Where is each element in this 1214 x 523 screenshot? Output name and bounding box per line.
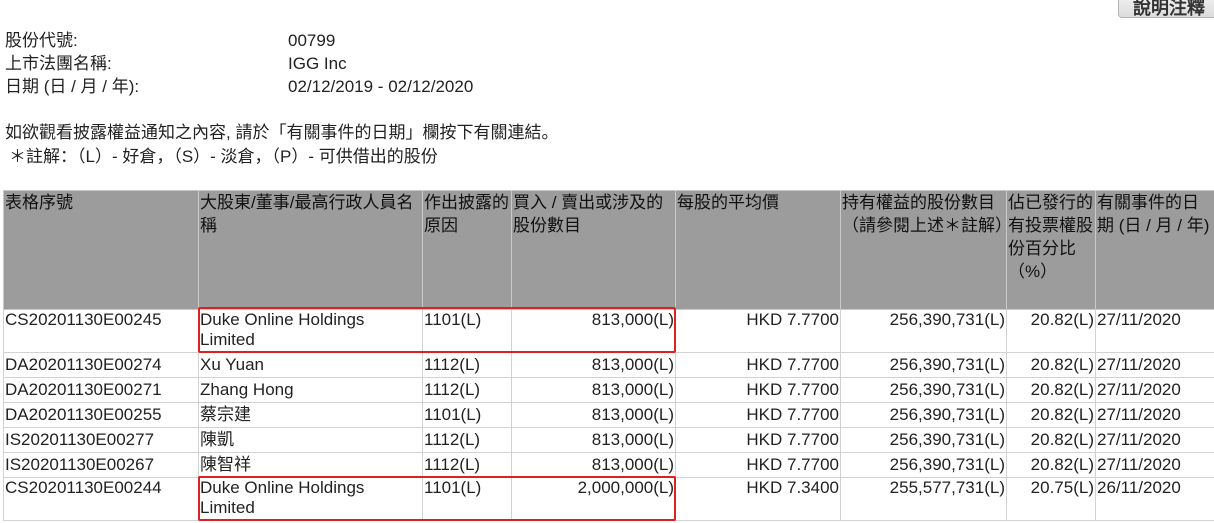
name-cell: 陳智祥 bbox=[198, 452, 423, 478]
info-row-date-range: 日期 (日 / 月 / 年): 02/12/2019 - 02/12/2020 bbox=[5, 76, 605, 99]
reason-cell: 1101(L) bbox=[422, 309, 512, 353]
company-name-value: IGG Inc bbox=[288, 54, 347, 73]
date-link[interactable]: 27/11/2020 bbox=[1095, 377, 1214, 403]
avg-price-cell: HKD 7.3400 bbox=[675, 477, 841, 521]
header-avg-price: 每股的平均價 bbox=[675, 190, 841, 310]
form-no-cell: CS20201130E00245 bbox=[3, 309, 199, 353]
pct-cell: 20.82(L) bbox=[1006, 402, 1096, 428]
pct-cell: 20.82(L) bbox=[1006, 427, 1096, 453]
date-link[interactable]: 27/11/2020 bbox=[1095, 427, 1214, 453]
avg-price-cell: HKD 7.7700 bbox=[675, 309, 841, 353]
shares-cell: 813,000(L) bbox=[511, 452, 676, 478]
explain-notes-button[interactable]: 說明注釋 bbox=[1118, 0, 1214, 18]
form-no-cell: IS20201130E00267 bbox=[3, 452, 199, 478]
table-row: IS20201130E00277 陳凱 1112(L) 813,000(L) H… bbox=[3, 427, 1214, 453]
stock-info: 股份代號: 00799 上市法團名稱: IGG Inc 日期 (日 / 月 / … bbox=[5, 30, 605, 99]
holding-cell: 256,390,731(L) bbox=[840, 402, 1007, 428]
header-form-no: 表格序號 bbox=[3, 190, 199, 310]
holding-cell: 255,577,731(L) bbox=[840, 477, 1007, 521]
avg-price-cell: HKD 7.7700 bbox=[675, 402, 841, 428]
pct-cell: 20.82(L) bbox=[1006, 377, 1096, 403]
pct-cell: 20.82(L) bbox=[1006, 452, 1096, 478]
header-pct: 佔已發行的有投票權股份百分比（%） bbox=[1006, 190, 1096, 310]
shares-cell: 813,000(L) bbox=[511, 309, 676, 353]
date-range-value: 02/12/2019 - 02/12/2020 bbox=[288, 77, 474, 96]
info-row-company-name: 上市法團名稱: IGG Inc bbox=[5, 53, 605, 76]
form-no-cell: CS20201130E00244 bbox=[3, 477, 199, 521]
name-cell: 蔡宗建 bbox=[198, 402, 423, 428]
reason-cell: 1101(L) bbox=[422, 477, 512, 521]
holding-cell: 256,390,731(L) bbox=[840, 427, 1007, 453]
holding-cell: 256,390,731(L) bbox=[840, 377, 1007, 403]
holding-cell: 256,390,731(L) bbox=[840, 352, 1007, 378]
table-row: CS20201130E00245 Duke Online Holdings Li… bbox=[3, 309, 1214, 353]
stock-code-value: 00799 bbox=[288, 31, 336, 50]
name-cell: Zhang Hong bbox=[198, 377, 423, 403]
date-range-label: 日期 (日 / 月 / 年): bbox=[5, 77, 140, 96]
date-link[interactable]: 27/11/2020 bbox=[1095, 402, 1214, 428]
reason-cell: 1112(L) bbox=[422, 377, 512, 403]
avg-price-cell: HKD 7.7700 bbox=[675, 452, 841, 478]
pct-cell: 20.82(L) bbox=[1006, 352, 1096, 378]
table-row: CS20201130E00244 Duke Online Holdings Li… bbox=[3, 477, 1214, 521]
header-holding: 持有權益的股份數目（請參閱上述＊註解） bbox=[840, 190, 1007, 310]
table-row: DA20201130E00255 蔡宗建 1101(L) 813,000(L) … bbox=[3, 402, 1214, 428]
instruction-note: 如欲觀看披露權益通知之內容, 請於「有關事件的日期」欄按下有關連結。 bbox=[5, 123, 559, 142]
table-header-row: 表格序號 大股東/董事/最高行政人員名稱 作出披露的原因 買入 / 賣出或涉及的… bbox=[3, 190, 1214, 310]
pct-cell: 20.82(L) bbox=[1006, 309, 1096, 353]
pct-cell: 20.75(L) bbox=[1006, 477, 1096, 521]
name-cell: Duke Online Holdings Limited bbox=[198, 477, 423, 521]
form-no-cell: DA20201130E00255 bbox=[3, 402, 199, 428]
form-no-cell: DA20201130E00274 bbox=[3, 352, 199, 378]
header-reason: 作出披露的原因 bbox=[422, 190, 512, 310]
legend-note: ＊註解：（L）- 好倉，（S）- 淡倉，（P）- 可供借出的股份 bbox=[9, 147, 438, 166]
name-cell: Duke Online Holdings Limited bbox=[198, 309, 423, 353]
avg-price-cell: HKD 7.7700 bbox=[675, 352, 841, 378]
shares-cell: 2,000,000(L) bbox=[511, 477, 676, 521]
reason-cell: 1101(L) bbox=[422, 402, 512, 428]
holding-cell: 256,390,731(L) bbox=[840, 309, 1007, 353]
date-link[interactable]: 27/11/2020 bbox=[1095, 352, 1214, 378]
shares-cell: 813,000(L) bbox=[511, 402, 676, 428]
form-no-cell: DA20201130E00271 bbox=[3, 377, 199, 403]
shares-cell: 813,000(L) bbox=[511, 377, 676, 403]
reason-cell: 1112(L) bbox=[422, 427, 512, 453]
table-row: IS20201130E00267 陳智祥 1112(L) 813,000(L) … bbox=[3, 452, 1214, 478]
table-row: DA20201130E00271 Zhang Hong 1112(L) 813,… bbox=[3, 377, 1214, 403]
header-shares: 買入 / 賣出或涉及的股份數目 bbox=[511, 190, 676, 310]
date-link[interactable]: 26/11/2020 bbox=[1095, 477, 1214, 521]
holding-cell: 256,390,731(L) bbox=[840, 452, 1007, 478]
date-link[interactable]: 27/11/2020 bbox=[1095, 309, 1214, 353]
company-name-label: 上市法團名稱: bbox=[5, 54, 112, 73]
avg-price-cell: HKD 7.7700 bbox=[675, 427, 841, 453]
name-cell: 陳凱 bbox=[198, 427, 423, 453]
reason-cell: 1112(L) bbox=[422, 452, 512, 478]
avg-price-cell: HKD 7.7700 bbox=[675, 377, 841, 403]
reason-cell: 1112(L) bbox=[422, 352, 512, 378]
info-row-stock-code: 股份代號: 00799 bbox=[5, 30, 605, 53]
table-row: DA20201130E00274 Xu Yuan 1112(L) 813,000… bbox=[3, 352, 1214, 378]
header-name: 大股東/董事/最高行政人員名稱 bbox=[198, 190, 423, 310]
header-date: 有關事件的日期 (日 / 月 / 年) bbox=[1095, 190, 1214, 310]
disclosure-table: 表格序號 大股東/董事/最高行政人員名稱 作出披露的原因 買入 / 賣出或涉及的… bbox=[3, 190, 1214, 521]
name-cell: Xu Yuan bbox=[198, 352, 423, 378]
stock-code-label: 股份代號: bbox=[5, 31, 78, 50]
shares-cell: 813,000(L) bbox=[511, 352, 676, 378]
shares-cell: 813,000(L) bbox=[511, 427, 676, 453]
form-no-cell: IS20201130E00277 bbox=[3, 427, 199, 453]
date-link[interactable]: 27/11/2020 bbox=[1095, 452, 1214, 478]
